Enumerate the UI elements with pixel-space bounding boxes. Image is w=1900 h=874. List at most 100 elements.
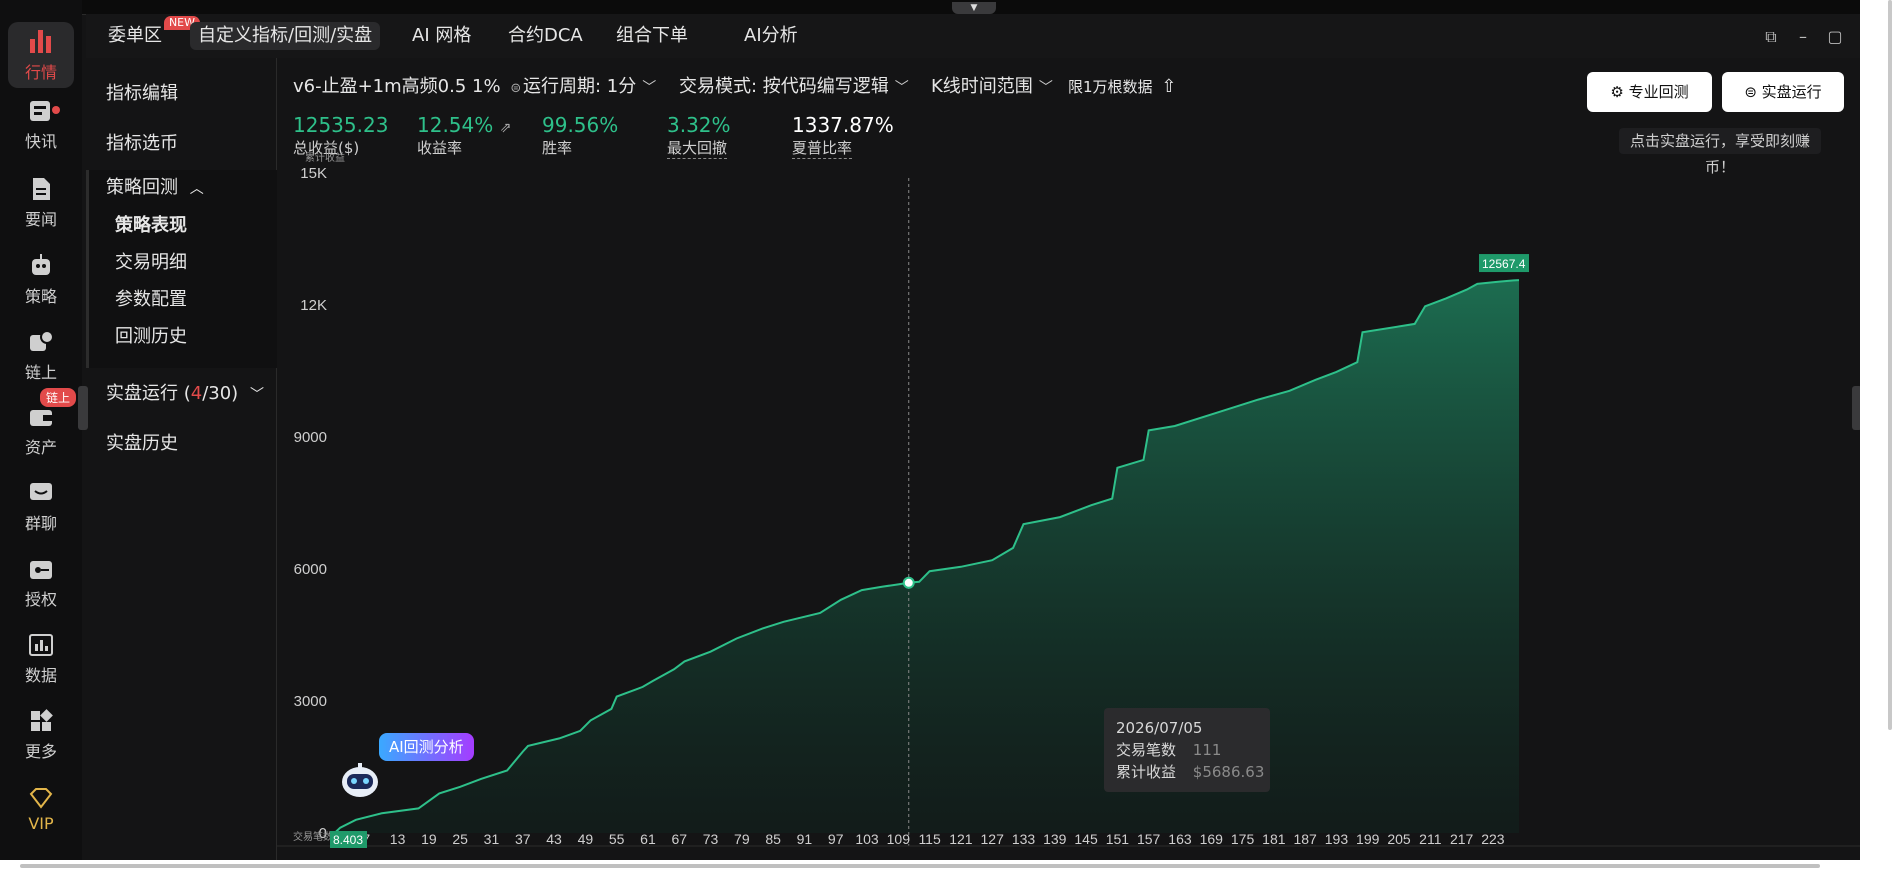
x-tick-label: 31 [484, 831, 500, 847]
backtest-content: v6-止盈+1m高频0.5 1% ⊜ 运行周期: 1分 ﹀ 交易模式: 按代码编写… [277, 58, 1860, 860]
x-tick-label: 205 [1387, 831, 1411, 847]
highlight-point [902, 576, 915, 589]
rail-item-flash[interactable]: 快讯 [8, 92, 74, 158]
x-tick-label: 91 [797, 831, 813, 847]
tab-label: 合约DCA [508, 25, 583, 46]
tooltip-date: 2026/07/05 [1116, 719, 1203, 737]
notification-dot [52, 106, 60, 114]
x-tick-label: 223 [1481, 831, 1505, 847]
profit-chart[interactable]: 累计收益 030006000900012K15K 713192531374349… [277, 58, 1860, 860]
rail-label: 链上 [24, 363, 57, 382]
maximize-icon[interactable]: ▢ [1826, 28, 1844, 46]
tab-custom-indicator[interactable]: 自定义指标/回测/实盘 [190, 22, 381, 50]
tab-orders[interactable]: 委单区 NEW [100, 16, 200, 50]
x-tick-label: 181 [1262, 831, 1286, 847]
robot-assistant-icon[interactable] [338, 760, 382, 800]
x-tick-label: 169 [1200, 831, 1224, 847]
tab-combo-order[interactable]: 组合下单 [608, 22, 696, 50]
left-nav: 指标编辑 指标选币 策略回测 ︿ 策略表现 交易明细 参数配置 回测历史 实盘运… [86, 58, 279, 860]
x-tick-label: 103 [855, 831, 879, 847]
tab-ai-analysis[interactable]: AI分析 [736, 22, 806, 50]
rail-label: 策略 [24, 287, 57, 306]
diamond-icon [29, 787, 53, 809]
tooltip-cum-value: $5686.63 [1192, 763, 1265, 781]
x-tick-label: 13 [390, 831, 406, 847]
x-tick-label: 139 [1043, 831, 1067, 847]
popout-icon[interactable]: ⧉ [1762, 28, 1780, 46]
rail-label: VIP [28, 813, 54, 833]
nav-indicator-pick[interactable]: 指标选币 [106, 130, 178, 158]
minimize-icon[interactable]: – [1794, 28, 1812, 46]
rail-item-auth[interactable]: 授权 [8, 550, 74, 616]
app-window: 行情 快讯 要闻 策略 链上 链上 资产 群聊 授权 数据 更多 VIP ▼ 委… [0, 0, 1900, 874]
y-tick-label: 9000 [294, 429, 327, 446]
rail-label: 更多 [24, 742, 57, 761]
tab-label: AI分析 [744, 25, 798, 46]
tab-ai-grid[interactable]: AI 网格 [404, 22, 479, 50]
profit-area [335, 280, 1519, 834]
x-tick-label: 187 [1293, 831, 1317, 847]
rail-label: 快讯 [24, 132, 57, 151]
x-tick-label: 175 [1231, 831, 1255, 847]
chart-tooltip: 2026/07/05 交易笔数 111 累计收益 $5686.63 [1104, 708, 1270, 792]
onchain-badge: 链上 [39, 388, 76, 407]
tab-label: 自定义指标/回测/实盘 [198, 25, 373, 46]
vertical-scrollbar[interactable] [1888, 0, 1892, 730]
rail-label: 群聊 [24, 514, 57, 533]
x-tick-label: 97 [828, 831, 844, 847]
nav-group-backtest: 策略回测 ︿ 策略表现 交易明细 参数配置 回测历史 [86, 170, 279, 368]
nav-label: 实盘运行 ( [106, 383, 191, 404]
nav-live-history[interactable]: 实盘历史 [106, 430, 178, 458]
rail-item-strategy[interactable]: 策略 [8, 246, 74, 312]
rail-item-more[interactable]: 更多 [8, 702, 74, 768]
ai-backtest-analysis-button[interactable]: AI回测分析 [379, 733, 474, 761]
collapse-toggle-icon[interactable]: ▼ [952, 2, 996, 14]
live-total: /30) [202, 383, 239, 404]
news-icon [30, 101, 50, 121]
tooltip-cum-label: 累计收益 [1116, 763, 1177, 781]
nav-sub-trades[interactable]: 交易明细 [115, 249, 187, 277]
data-icon [29, 634, 53, 656]
nav-backtest[interactable]: 策略回测 ︿ [106, 174, 204, 202]
tooltip-trades-label: 交易笔数 [1116, 741, 1177, 759]
icon-rail: 行情 快讯 要闻 策略 链上 链上 资产 群聊 授权 数据 更多 VIP [0, 0, 82, 860]
x-tick-label: 199 [1356, 831, 1380, 847]
y-tick-label: 12K [300, 297, 327, 314]
rail-item-data[interactable]: 数据 [8, 626, 74, 692]
nav-indicator-edit[interactable]: 指标编辑 [106, 80, 178, 108]
rail-item-headlines[interactable]: 要闻 [8, 170, 74, 236]
tab-bar: 委单区 NEW 自定义指标/回测/实盘 AI 网格 合约DCA 组合下单 AI分… [86, 14, 1860, 59]
rail-item-vip[interactable]: VIP [8, 776, 74, 842]
tab-contract-dca[interactable]: 合约DCA [500, 22, 591, 50]
x-tick-label: 19 [421, 831, 437, 847]
x-tick-label: 193 [1325, 831, 1349, 847]
x-tick-label: 25 [452, 831, 468, 847]
rail-label: 资产 [24, 438, 57, 457]
x-tick-label: 151 [1106, 831, 1130, 847]
wallet-icon [30, 410, 52, 426]
chain-icon [30, 330, 54, 351]
x-tick-label: 37 [515, 831, 531, 847]
nav-sub-params[interactable]: 参数配置 [115, 286, 187, 314]
nav-live-run[interactable]: 实盘运行 (4/30) ﹀ [106, 380, 264, 408]
rail-label: 数据 [24, 666, 57, 685]
x-start-label: 8.403 [333, 833, 363, 847]
horizontal-scrollbar[interactable] [20, 864, 1820, 868]
rail-item-chat[interactable]: 群聊 [8, 474, 74, 540]
outer-right-edge [1860, 0, 1900, 874]
tooltip-trades: 交易笔数 111 [1116, 740, 1221, 760]
x-tick-label: 115 [918, 831, 941, 847]
y-axis-title: 累计收益 [305, 151, 345, 164]
rail-item-market[interactable]: 行情 [8, 22, 74, 88]
rail-item-onchain[interactable]: 链上 [8, 322, 74, 388]
y-tick-label: 6000 [294, 561, 327, 578]
x-tick-label: 157 [1137, 831, 1161, 847]
tab-label: 组合下单 [616, 25, 688, 46]
chevron-down-icon: ﹀ [249, 387, 264, 403]
x-tick-label: 43 [546, 831, 562, 847]
left-panel-handle[interactable] [78, 386, 88, 430]
nav-sub-performance[interactable]: 策略表现 [115, 212, 187, 240]
tab-label: AI 网格 [412, 25, 472, 46]
rail-item-assets[interactable]: 链上 资产 [8, 388, 76, 464]
nav-sub-history[interactable]: 回测历史 [115, 323, 187, 351]
